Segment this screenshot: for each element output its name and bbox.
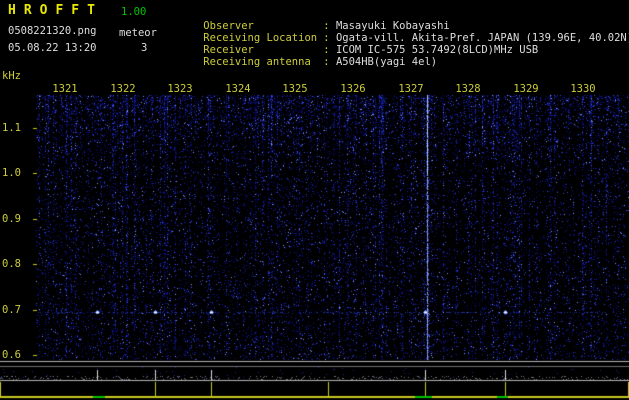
x-tick-1326: 1326 — [340, 83, 366, 95]
x-tick-1321: 1321 — [52, 83, 78, 95]
datetime-label: 05.08.22 13:20 — [8, 42, 97, 54]
info-value: A504HB(yagi 4el) — [335, 56, 438, 68]
hrofft-window: HROFFT 1.00 0508221320.png meteor 05.08.… — [0, 0, 629, 400]
x-tick-1328: 1328 — [455, 83, 481, 95]
y-axis-unit: kHz — [2, 70, 21, 82]
app-version: 1.00 — [121, 6, 147, 18]
info-label: Receiving antenna — [203, 56, 311, 68]
colon-separator: : — [323, 56, 336, 68]
y-tick-0-8: 0.8 — [2, 258, 21, 270]
y-tick-1-1: 1.1 — [2, 122, 21, 134]
x-tick-1327: 1327 — [398, 83, 424, 95]
info-row-antenna: Receiving antenna: A504HB(yagi 4el) — [178, 44, 437, 80]
y-tick-1-0: 1.0 — [2, 167, 21, 179]
y-tick-0-6: 0.6 — [2, 349, 21, 361]
x-tick-1324: 1324 — [225, 83, 251, 95]
x-tick-1329: 1329 — [513, 83, 539, 95]
mode-label: meteor — [119, 27, 157, 39]
y-tick-0-7: 0.7 — [2, 304, 21, 316]
app-title: HROFFT — [8, 3, 103, 18]
y-tick-0-9: 0.9 — [2, 213, 21, 225]
x-tick-1330: 1330 — [570, 83, 596, 95]
x-tick-1323: 1323 — [167, 83, 193, 95]
x-tick-1325: 1325 — [282, 83, 308, 95]
x-tick-1322: 1322 — [110, 83, 136, 95]
filename-label: 0508221320.png — [8, 25, 97, 37]
meteor-count: 3 — [141, 42, 148, 54]
